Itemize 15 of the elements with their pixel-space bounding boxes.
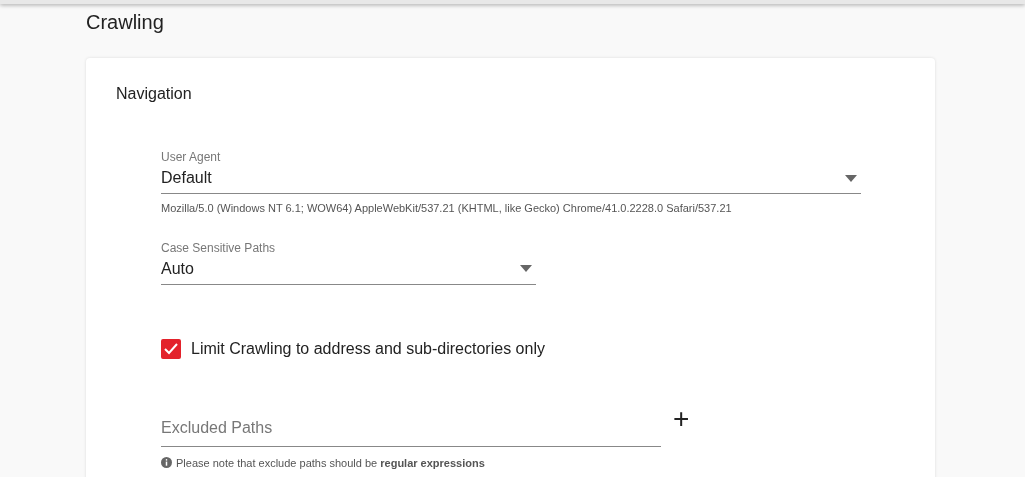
dropdown-caret-icon <box>520 265 532 272</box>
excluded-paths-field[interactable]: Excluded Paths <box>161 411 661 447</box>
add-button[interactable]: + <box>669 404 694 433</box>
page-title: Crawling <box>86 10 165 34</box>
checkbox-label: Limit Crawling to address and sub-directories only <box>191 338 545 359</box>
user-agent-hint: Mozilla/5.0 (Windows NT 6.1; WOW64) AppleWebKit/537.21 (KHTML, like Gecko) Chrome/41.0.2228.0 Safari/537.21 <box>161 201 733 216</box>
field-label: Case Sensitive Paths <box>161 240 277 255</box>
checkbox[interactable] <box>161 338 181 359</box>
note-text: Please note that exclude paths should be regular expressions <box>176 455 485 471</box>
user-agent-select[interactable]: Default <box>161 164 861 194</box>
dropdown-caret-icon <box>845 174 857 182</box>
case-sensitive-select[interactable]: Auto <box>161 254 536 285</box>
info-icon <box>161 457 172 469</box>
field-label: User Agent <box>161 150 222 164</box>
section-title: Navigation <box>116 84 193 104</box>
